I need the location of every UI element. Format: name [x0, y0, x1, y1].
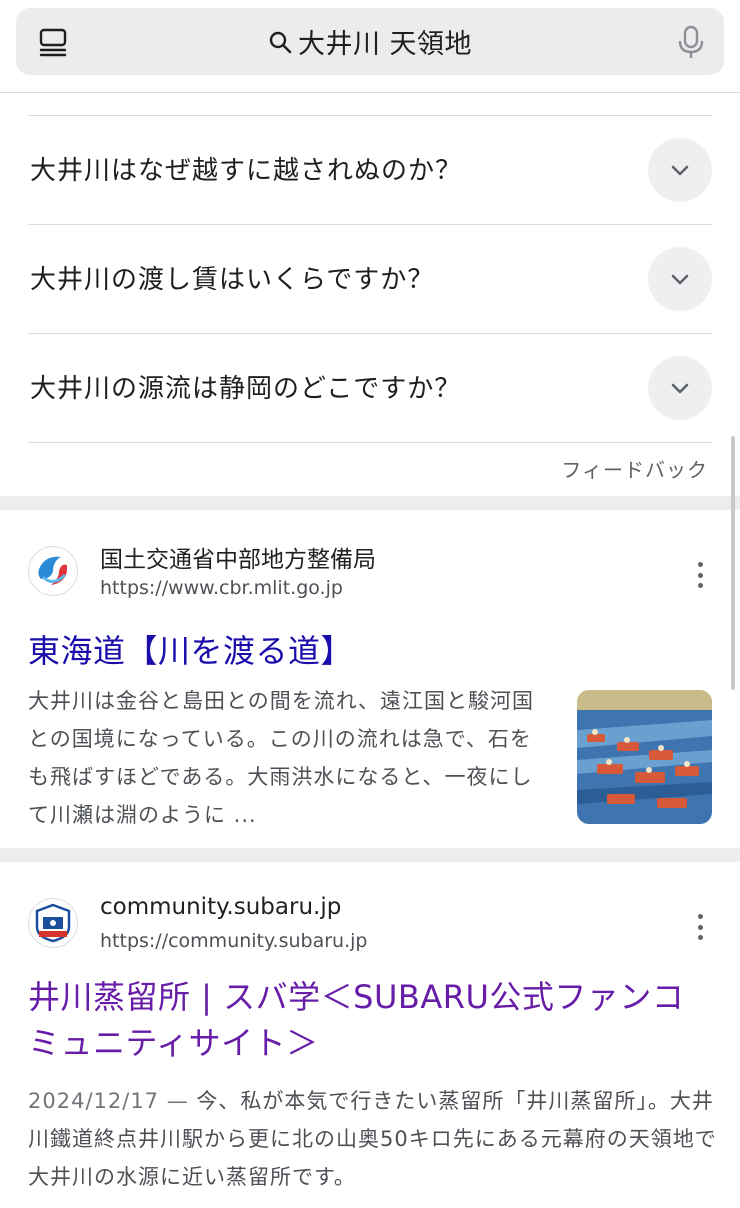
site-url: https://community.subaru.jp [100, 930, 368, 952]
result-thumbnail-image[interactable] [577, 690, 712, 824]
mic-icon[interactable] [676, 25, 706, 59]
faq-question[interactable]: 大井川の渡し賃はいくらですか？ [30, 259, 434, 296]
chevron-down-icon [671, 383, 689, 394]
result-title-link[interactable]: 東海道【川を渡る道】 [28, 626, 353, 672]
section-divider [0, 848, 740, 862]
faq-item[interactable]: 大井川はなぜ越すに越されぬのか？ [28, 116, 712, 225]
more-vert-icon[interactable] [688, 912, 712, 942]
scrollbar[interactable] [731, 436, 735, 690]
date-separator: — [159, 1089, 197, 1113]
more-vert-icon[interactable] [688, 560, 712, 590]
faq-item[interactable]: 大井川の渡し賃はいくらですか？ [28, 225, 712, 334]
subaru-school-logo-icon [35, 903, 71, 943]
expand-button[interactable] [648, 138, 712, 202]
expand-button[interactable] [648, 356, 712, 420]
faq-item[interactable]: 大井川の源流は静岡のどこですか？ [28, 334, 712, 443]
site-favicon [28, 546, 78, 596]
feedback-link[interactable]: フィードバック [561, 454, 708, 483]
result-snippet: 大井川は金谷と島田との間を流れ、遠江国と駿河国との国境になっている。この川の流れ… [28, 689, 534, 827]
site-name: 国土交通省中部地方整備局 [100, 547, 376, 573]
search-result: 国土交通省中部地方整備局 https://www.cbr.mlit.go.jp … [0, 510, 740, 848]
mlit-logo-icon [35, 553, 71, 589]
result-snippet-block: 2024/12/17 — 今、私が本気で行きたい蒸留所「井川蒸留所」。大井川鐵道… [28, 1082, 718, 1196]
chevron-down-icon [671, 274, 689, 285]
result-title-link[interactable]: 井川蒸留所 | スバ学＜SUBARU公式ファンコミュニティサイト＞ [28, 974, 708, 1066]
site-url: https://www.cbr.mlit.go.jp [100, 577, 343, 599]
site-favicon [28, 898, 78, 948]
faq-question[interactable]: 大井川はなぜ越すに越されぬのか？ [30, 150, 462, 187]
expand-button[interactable] [648, 247, 712, 311]
search-icon [269, 31, 292, 53]
search-query-text: 大井川 天領地 [297, 29, 473, 60]
search-bar[interactable]: 大井川 天領地 [16, 8, 724, 75]
search-result: community.subaru.jp https://community.su… [0, 862, 740, 1208]
search-query-area[interactable]: 大井川 天領地 [16, 8, 724, 75]
search-header: 大井川 天領地 [0, 0, 740, 93]
chevron-down-icon [671, 165, 689, 176]
site-name: community.subaru.jp [100, 894, 342, 920]
section-divider [0, 496, 740, 510]
faq-question[interactable]: 大井川の源流は静岡のどこですか？ [30, 368, 461, 405]
result-date: 2024/12/17 [28, 1089, 160, 1113]
